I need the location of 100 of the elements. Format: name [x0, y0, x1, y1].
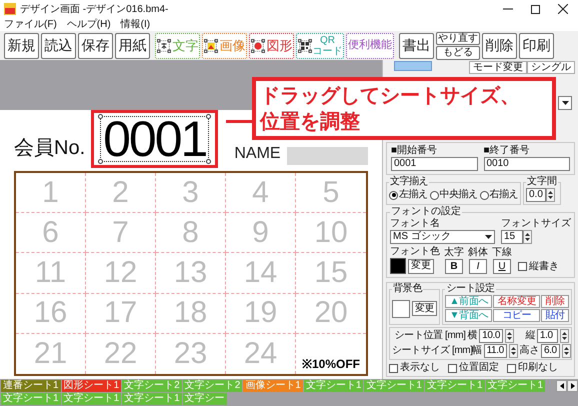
grid-number: 12: [104, 258, 138, 288]
end-number-field[interactable]: 0010: [484, 157, 570, 171]
value-field[interactable]: 1.0: [536, 329, 558, 343]
menu-item[interactable]: ヘルプ(H): [66, 20, 111, 30]
sheet-tab[interactable]: 連番シート1: [1, 380, 61, 392]
spacing-field[interactable]: 0.0: [526, 188, 546, 202]
mode-tab[interactable]: モード変更: [469, 61, 527, 74]
window-title: デザイン画面 -デザイン016.bm4-: [20, 2, 170, 16]
change-background-button[interactable]: 変更: [412, 301, 438, 316]
resize-handle[interactable]: [206, 159, 212, 164]
grid-number: 14: [244, 258, 278, 288]
grid-number: 17: [104, 298, 138, 328]
field-label: 下線: [492, 247, 512, 259]
scroll-right-button[interactable]: [567, 380, 578, 392]
spin-button[interactable]: [505, 329, 514, 343]
close-icon[interactable]: [558, 4, 568, 14]
sheet-tab[interactable]: 図形シート1: [62, 380, 122, 392]
caret-icon: [485, 235, 492, 239]
grid-number: 3: [182, 178, 199, 208]
grid-number: 6: [42, 218, 59, 248]
start-number-field[interactable]: 0001: [391, 157, 478, 171]
resize-handle[interactable]: [98, 114, 104, 119]
spin-arrows-icon: [525, 232, 530, 242]
font-color-swatch[interactable]: [390, 258, 406, 274]
toolbar-button[interactable]: 削除: [482, 32, 517, 58]
spin-button[interactable]: [560, 329, 569, 343]
font-size-field[interactable]: 15: [501, 230, 523, 244]
shape-frame-icon: [250, 38, 264, 52]
value-field[interactable]: 11.0: [484, 344, 507, 358]
toolbar-button[interactable]: 印刷: [519, 32, 554, 58]
resize-handle[interactable]: [206, 114, 212, 119]
value-field[interactable]: 6.0: [540, 344, 560, 358]
field-label: ■終了番号: [484, 145, 531, 157]
sheet-button[interactable]: 削除: [541, 295, 569, 308]
mode-tab[interactable]: シングル: [527, 61, 575, 74]
grid-number: 5: [322, 178, 340, 208]
grid-number: 23: [174, 338, 208, 369]
checkbox[interactable]: [507, 364, 516, 372]
mode-dropdown[interactable]: [558, 96, 572, 110]
field-label: 横: [468, 330, 478, 342]
maximize-icon[interactable]: [531, 4, 540, 14]
spin-button[interactable]: [523, 230, 532, 244]
toolbar-button[interactable]: 書出: [399, 32, 434, 58]
field-label: シート位置 [mm]: [394, 330, 466, 342]
change-color-button[interactable]: 変更: [408, 258, 434, 274]
spin-arrows-icon: [548, 190, 553, 200]
sheet-button[interactable]: コピー: [493, 309, 540, 322]
group-title: フォントの設定: [390, 206, 462, 218]
field-label: 高さ: [520, 345, 539, 357]
grid-number: 9: [252, 218, 269, 248]
layout-tile-icon[interactable]: [394, 61, 432, 71]
member-number-label: 会員No.: [14, 138, 86, 158]
grid-number: 15: [314, 258, 348, 288]
toolbar-button[interactable]: やり直す: [436, 32, 480, 45]
sheet-button[interactable]: 名称変更: [493, 295, 540, 308]
toolbar-button[interactable]: もどる: [436, 46, 480, 60]
value-field[interactable]: 10.0: [479, 329, 504, 343]
sheet-button[interactable]: 貼付: [541, 309, 569, 322]
image-frame-icon: [204, 38, 218, 52]
radio-button[interactable]: [389, 190, 398, 200]
style-button[interactable]: I: [469, 259, 487, 274]
checkbox-label: 印刷なし: [518, 362, 558, 374]
menu-item[interactable]: ファイル(F): [4, 20, 57, 30]
spin-arrows-icon: [507, 331, 512, 341]
checkbox[interactable]: [518, 262, 527, 271]
spin-button[interactable]: [546, 188, 555, 202]
field-label: フォント名: [390, 218, 441, 230]
checkbox-label: 表示なし: [400, 362, 440, 374]
qr-code-icon: [298, 38, 312, 52]
toolbar-button[interactable]: 用紙: [115, 32, 150, 58]
radio-button[interactable]: [480, 190, 488, 200]
grid-number: 21: [34, 338, 68, 369]
scroll-left-button[interactable]: [556, 380, 567, 392]
grid-number: 2: [112, 178, 129, 208]
toolbar-button[interactable]: 新規: [4, 32, 39, 58]
style-button[interactable]: B: [445, 259, 463, 274]
checkbox[interactable]: [389, 364, 398, 372]
right-arrow-icon: [570, 383, 574, 389]
radio-label: 左揃え: [399, 189, 428, 201]
spin-button[interactable]: [562, 344, 571, 358]
style-button[interactable]: U: [493, 259, 511, 274]
radio-label: 中央揃え: [440, 189, 478, 201]
radio-label: 右揃え: [490, 189, 518, 201]
grid-number: 13: [174, 258, 208, 288]
toolbar-button[interactable]: 読込: [41, 32, 76, 58]
spin-button[interactable]: [508, 344, 518, 358]
grid-number: 10: [314, 218, 348, 248]
grid-number: 24: [244, 338, 278, 369]
left-arrow-icon: [560, 383, 564, 389]
toolbar-button[interactable]: 保存: [78, 32, 113, 58]
font-dropdown[interactable]: MS ゴシック: [390, 230, 495, 244]
field-label: フォントサイズ: [501, 218, 571, 230]
resize-handle[interactable]: [98, 159, 104, 164]
background-color-swatch[interactable]: [392, 300, 410, 318]
toolbar-button[interactable]: 便利機能: [346, 32, 394, 58]
checkbox[interactable]: [448, 364, 457, 372]
field-label: シートサイズ [mm]: [392, 345, 470, 357]
toolbar-button[interactable]: 図形: [249, 32, 294, 58]
radio-button[interactable]: [430, 190, 438, 200]
menu-item[interactable]: 情報(I): [120, 20, 150, 30]
